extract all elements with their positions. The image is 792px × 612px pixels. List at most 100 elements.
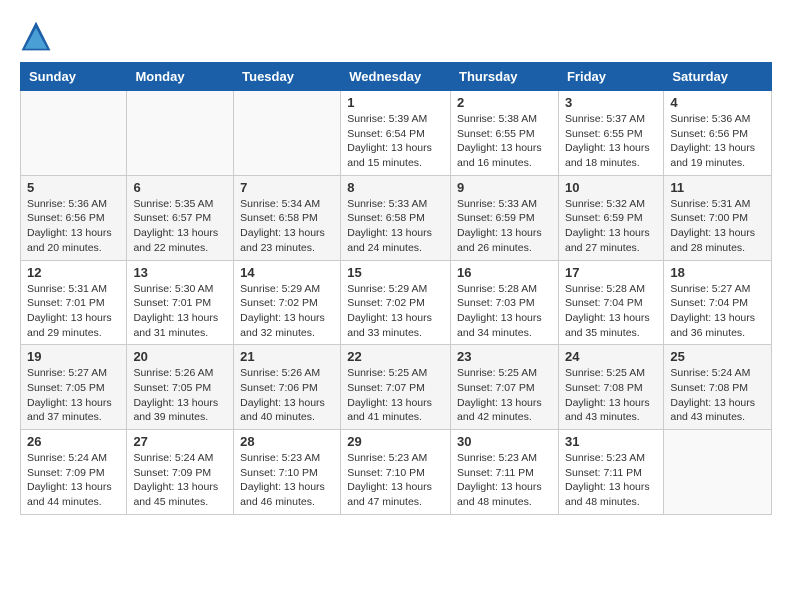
day-number: 29 (347, 434, 444, 449)
calendar-cell: 20 Sunrise: 5:26 AM Sunset: 7:05 PM Dayli… (127, 345, 234, 430)
day-number: 1 (347, 95, 444, 110)
day-info: Sunrise: 5:33 AM Sunset: 6:59 PM Dayligh… (457, 197, 552, 256)
day-info: Sunrise: 5:39 AM Sunset: 6:54 PM Dayligh… (347, 112, 444, 171)
day-number: 25 (670, 349, 765, 364)
calendar-cell: 5 Sunrise: 5:36 AM Sunset: 6:56 PM Daylig… (21, 175, 127, 260)
day-number: 19 (27, 349, 120, 364)
day-number: 27 (133, 434, 227, 449)
header-cell-friday: Friday (558, 63, 663, 91)
day-info: Sunrise: 5:26 AM Sunset: 7:06 PM Dayligh… (240, 366, 334, 425)
day-info: Sunrise: 5:24 AM Sunset: 7:08 PM Dayligh… (670, 366, 765, 425)
day-info: Sunrise: 5:23 AM Sunset: 7:10 PM Dayligh… (240, 451, 334, 510)
day-number: 24 (565, 349, 657, 364)
day-info: Sunrise: 5:32 AM Sunset: 6:59 PM Dayligh… (565, 197, 657, 256)
day-info: Sunrise: 5:24 AM Sunset: 7:09 PM Dayligh… (27, 451, 120, 510)
header-cell-tuesday: Tuesday (234, 63, 341, 91)
day-info: Sunrise: 5:27 AM Sunset: 7:05 PM Dayligh… (27, 366, 120, 425)
day-info: Sunrise: 5:23 AM Sunset: 7:11 PM Dayligh… (457, 451, 552, 510)
day-info: Sunrise: 5:23 AM Sunset: 7:11 PM Dayligh… (565, 451, 657, 510)
calendar-cell: 31 Sunrise: 5:23 AM Sunset: 7:11 PM Dayli… (558, 430, 663, 515)
calendar-cell: 28 Sunrise: 5:23 AM Sunset: 7:10 PM Dayli… (234, 430, 341, 515)
header-cell-thursday: Thursday (451, 63, 559, 91)
calendar-cell: 1 Sunrise: 5:39 AM Sunset: 6:54 PM Daylig… (341, 91, 451, 176)
calendar-cell (664, 430, 772, 515)
calendar-cell: 2 Sunrise: 5:38 AM Sunset: 6:55 PM Daylig… (451, 91, 559, 176)
calendar-cell: 26 Sunrise: 5:24 AM Sunset: 7:09 PM Dayli… (21, 430, 127, 515)
day-info: Sunrise: 5:38 AM Sunset: 6:55 PM Dayligh… (457, 112, 552, 171)
day-number: 7 (240, 180, 334, 195)
day-number: 18 (670, 265, 765, 280)
calendar-cell: 30 Sunrise: 5:23 AM Sunset: 7:11 PM Dayli… (451, 430, 559, 515)
day-info: Sunrise: 5:36 AM Sunset: 6:56 PM Dayligh… (27, 197, 120, 256)
day-number: 8 (347, 180, 444, 195)
calendar-cell: 24Sunrise: 5:25 AM Sunset: 7:08 PM Dayli… (558, 345, 663, 430)
logo-icon (20, 20, 52, 52)
calendar-cell: 8 Sunrise: 5:33 AM Sunset: 6:58 PM Daylig… (341, 175, 451, 260)
day-info: Sunrise: 5:31 AM Sunset: 7:01 PM Dayligh… (27, 282, 120, 341)
logo (20, 20, 56, 52)
header-cell-monday: Monday (127, 63, 234, 91)
day-number: 15 (347, 265, 444, 280)
header-cell-wednesday: Wednesday (341, 63, 451, 91)
day-info: Sunrise: 5:25 AM Sunset: 7:07 PM Dayligh… (347, 366, 444, 425)
calendar-cell: 29 Sunrise: 5:23 AM Sunset: 7:10 PM Dayli… (341, 430, 451, 515)
day-number: 22 (347, 349, 444, 364)
week-row-3: 12 Sunrise: 5:31 AM Sunset: 7:01 PM Dayli… (21, 260, 772, 345)
calendar-cell (234, 91, 341, 176)
day-info: Sunrise: 5:29 AM Sunset: 7:02 PM Dayligh… (240, 282, 334, 341)
day-info: Sunrise: 5:25 AM Sunset: 7:07 PM Dayligh… (457, 366, 552, 425)
day-number: 4 (670, 95, 765, 110)
header-cell-sunday: Sunday (21, 63, 127, 91)
day-number: 17 (565, 265, 657, 280)
calendar-cell: 18 Sunrise: 5:27 AM Sunset: 7:04 PM Dayli… (664, 260, 772, 345)
day-info: Sunrise: 5:24 AM Sunset: 7:09 PM Dayligh… (133, 451, 227, 510)
week-row-2: 5 Sunrise: 5:36 AM Sunset: 6:56 PM Daylig… (21, 175, 772, 260)
day-number: 31 (565, 434, 657, 449)
day-number: 14 (240, 265, 334, 280)
day-number: 20 (133, 349, 227, 364)
day-number: 2 (457, 95, 552, 110)
week-row-1: 1 Sunrise: 5:39 AM Sunset: 6:54 PM Daylig… (21, 91, 772, 176)
header-cell-saturday: Saturday (664, 63, 772, 91)
day-info: Sunrise: 5:26 AM Sunset: 7:05 PM Dayligh… (133, 366, 227, 425)
day-number: 12 (27, 265, 120, 280)
calendar-cell: 4Sunrise: 5:36 AM Sunset: 6:56 PM Daylig… (664, 91, 772, 176)
day-info: Sunrise: 5:29 AM Sunset: 7:02 PM Dayligh… (347, 282, 444, 341)
day-number: 10 (565, 180, 657, 195)
calendar-cell: 3 Sunrise: 5:37 AM Sunset: 6:55 PM Daylig… (558, 91, 663, 176)
day-info: Sunrise: 5:28 AM Sunset: 7:03 PM Dayligh… (457, 282, 552, 341)
day-info: Sunrise: 5:23 AM Sunset: 7:10 PM Dayligh… (347, 451, 444, 510)
day-number: 26 (27, 434, 120, 449)
day-info: Sunrise: 5:35 AM Sunset: 6:57 PM Dayligh… (133, 197, 227, 256)
calendar: SundayMondayTuesdayWednesdayThursdayFrid… (20, 62, 772, 515)
calendar-cell: 6 Sunrise: 5:35 AM Sunset: 6:57 PM Daylig… (127, 175, 234, 260)
day-info: Sunrise: 5:27 AM Sunset: 7:04 PM Dayligh… (670, 282, 765, 341)
week-row-5: 26 Sunrise: 5:24 AM Sunset: 7:09 PM Dayli… (21, 430, 772, 515)
calendar-cell: 17 Sunrise: 5:28 AM Sunset: 7:04 PM Dayli… (558, 260, 663, 345)
header-row: SundayMondayTuesdayWednesdayThursdayFrid… (21, 63, 772, 91)
day-number: 6 (133, 180, 227, 195)
day-info: Sunrise: 5:33 AM Sunset: 6:58 PM Dayligh… (347, 197, 444, 256)
calendar-cell (127, 91, 234, 176)
day-info: Sunrise: 5:30 AM Sunset: 7:01 PM Dayligh… (133, 282, 227, 341)
calendar-cell: 14 Sunrise: 5:29 AM Sunset: 7:02 PM Dayli… (234, 260, 341, 345)
day-number: 28 (240, 434, 334, 449)
calendar-cell: 13 Sunrise: 5:30 AM Sunset: 7:01 PM Dayli… (127, 260, 234, 345)
day-number: 21 (240, 349, 334, 364)
day-info: Sunrise: 5:28 AM Sunset: 7:04 PM Dayligh… (565, 282, 657, 341)
day-number: 13 (133, 265, 227, 280)
day-number: 5 (27, 180, 120, 195)
day-number: 16 (457, 265, 552, 280)
week-row-4: 19 Sunrise: 5:27 AM Sunset: 7:05 PM Dayli… (21, 345, 772, 430)
day-info: Sunrise: 5:37 AM Sunset: 6:55 PM Dayligh… (565, 112, 657, 171)
calendar-cell: 9 Sunrise: 5:33 AM Sunset: 6:59 PM Daylig… (451, 175, 559, 260)
day-number: 30 (457, 434, 552, 449)
calendar-cell (21, 91, 127, 176)
day-number: 3 (565, 95, 657, 110)
calendar-cell: 25 Sunrise: 5:24 AM Sunset: 7:08 PM Dayli… (664, 345, 772, 430)
calendar-cell: 21 Sunrise: 5:26 AM Sunset: 7:06 PM Dayli… (234, 345, 341, 430)
day-number: 11 (670, 180, 765, 195)
calendar-cell: 23Sunrise: 5:25 AM Sunset: 7:07 PM Dayli… (451, 345, 559, 430)
day-number: 9 (457, 180, 552, 195)
calendar-cell: 22 Sunrise: 5:25 AM Sunset: 7:07 PM Dayli… (341, 345, 451, 430)
